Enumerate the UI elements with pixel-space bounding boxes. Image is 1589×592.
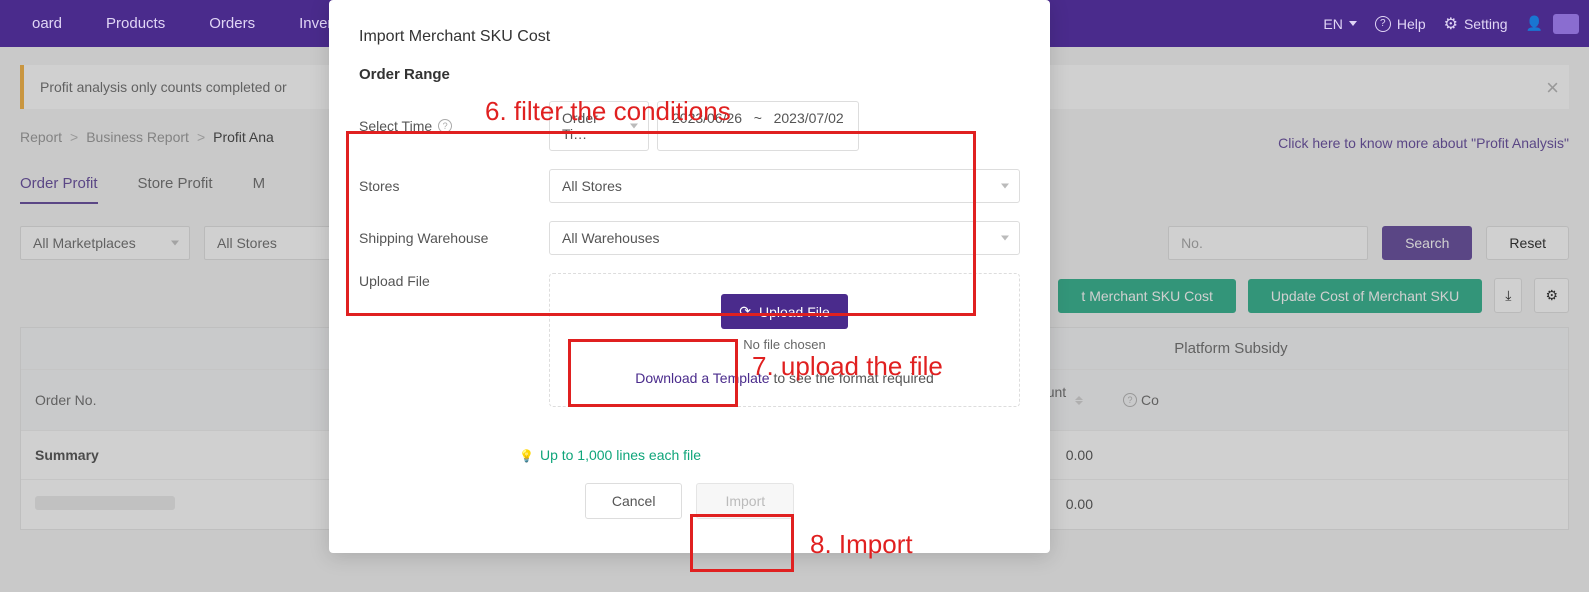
- upload-btn-label: Upload File: [759, 304, 830, 320]
- select-time-label: Select Time?: [359, 118, 549, 134]
- help-label: Help: [1397, 16, 1426, 32]
- lang-selector[interactable]: EN: [1323, 16, 1356, 32]
- modal-title: Import Merchant SKU Cost: [329, 28, 1050, 56]
- date-range-picker[interactable]: 2023/06/26 ~ 2023/07/02: [657, 101, 859, 151]
- download-template-link[interactable]: Download a Template: [635, 370, 769, 386]
- help-icon[interactable]: ?: [438, 119, 452, 133]
- upload-file-button[interactable]: Upload File: [721, 294, 848, 329]
- warehouse-row: Shipping Warehouse All Warehouses: [359, 221, 1020, 255]
- nav-item-orders[interactable]: Orders: [187, 2, 277, 45]
- nav-item-dashboard[interactable]: oard: [10, 2, 84, 45]
- import-button[interactable]: Import: [696, 483, 794, 519]
- nav-item-products[interactable]: Products: [84, 2, 187, 45]
- setting-link[interactable]: Setting: [1444, 14, 1508, 34]
- help-icon: ?: [1375, 16, 1391, 32]
- import-sku-modal: Import Merchant SKU Cost Order Range Sel…: [329, 0, 1050, 553]
- cancel-button[interactable]: Cancel: [585, 483, 683, 519]
- order-time-select[interactable]: Order Ti…: [549, 101, 649, 151]
- date-from: 2023/06/26: [672, 110, 742, 126]
- account-menu[interactable]: [1526, 14, 1579, 34]
- warehouse-label: Shipping Warehouse: [359, 230, 549, 246]
- warehouse-select[interactable]: All Warehouses: [549, 221, 1020, 255]
- template-line: Download a Template to see the format re…: [570, 370, 999, 386]
- date-to: 2023/07/02: [774, 110, 844, 126]
- chevron-down-icon: [1349, 21, 1357, 26]
- date-sep: ~: [754, 110, 762, 126]
- section-title: Order Range: [359, 66, 1020, 83]
- upload-icon: [739, 303, 751, 320]
- gear-icon: [1444, 14, 1458, 34]
- stores-label: Stores: [359, 178, 549, 194]
- order-range-section: Order Range Select Time? Order Ti… 2023/…: [329, 56, 1050, 435]
- modal-actions: Cancel Import: [329, 483, 1050, 519]
- setting-label: Setting: [1464, 16, 1508, 32]
- help-link[interactable]: ? Help: [1375, 16, 1426, 32]
- no-file-text: No file chosen: [570, 337, 999, 352]
- upload-label: Upload File: [359, 273, 549, 289]
- avatar-icon: [1553, 14, 1579, 34]
- upload-hint: Up to 1,000 lines each file: [519, 447, 1050, 463]
- upload-row: Upload File Upload File No file chosen D…: [359, 273, 1020, 407]
- hint-text: Up to 1,000 lines each file: [540, 447, 701, 463]
- template-rest: to see the format required: [770, 370, 934, 386]
- stores-row: Stores All Stores: [359, 169, 1020, 203]
- bulb-icon: [519, 447, 534, 463]
- select-time-row: Select Time? Order Ti… 2023/06/26 ~ 2023…: [359, 101, 1020, 151]
- upload-zone: Upload File No file chosen Download a Te…: [549, 273, 1020, 407]
- nav-right: EN ? Help Setting: [1323, 14, 1579, 34]
- lang-label: EN: [1323, 16, 1342, 32]
- stores-select[interactable]: All Stores: [549, 169, 1020, 203]
